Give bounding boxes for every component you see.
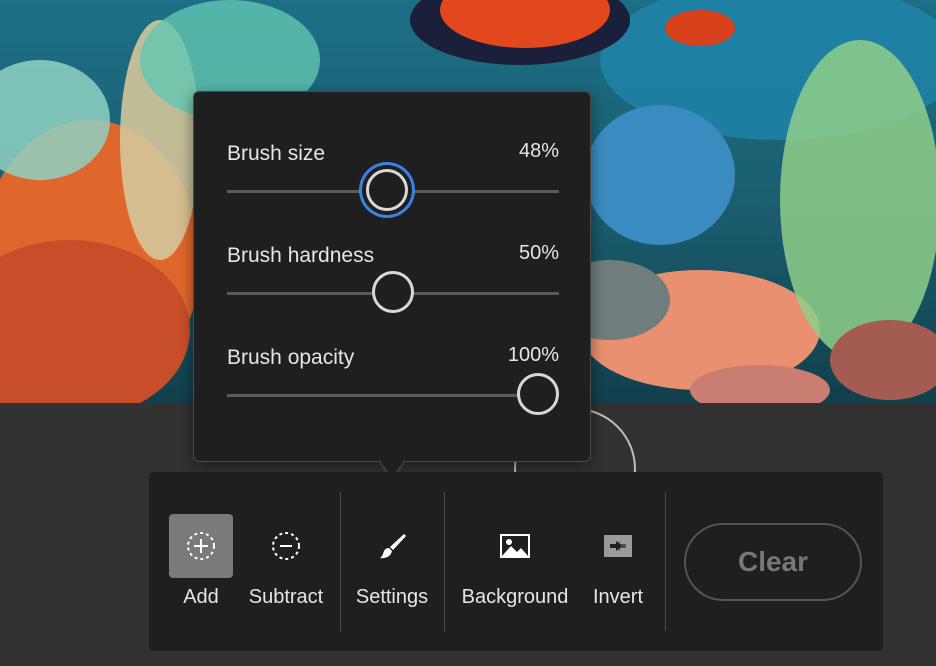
brush-size-thumb[interactable]	[366, 169, 409, 211]
brush-hardness-label: Brush hardness	[227, 244, 375, 267]
invert-icon	[604, 535, 632, 557]
invert-tool-label: Invert	[592, 586, 644, 608]
brush-size-slider-row: Brush size 48%	[227, 140, 559, 232]
brush-hardness-value: 50%	[518, 242, 559, 264]
brush-icon	[380, 534, 406, 559]
brush-size-value: 48%	[518, 140, 559, 162]
invert-tool-button[interactable]: Invert	[583, 514, 653, 634]
brush-opacity-slider-row: Brush opacity 100%	[227, 344, 559, 436]
brush-opacity-label: Brush opacity	[227, 346, 355, 369]
background-tool-button[interactable]: Background	[460, 514, 570, 634]
subtract-tool-button[interactable]: Subtract	[248, 514, 324, 634]
brush-hardness-slider-row: Brush hardness 50%	[227, 242, 559, 334]
selection-toolbar: Add Subtract Settings Background Invert …	[149, 472, 883, 651]
background-tool-label: Background	[461, 586, 569, 608]
brush-hardness-thumb[interactable]	[372, 271, 414, 313]
brush-size-label: Brush size	[227, 142, 326, 165]
clear-button[interactable]: Clear	[684, 523, 862, 601]
settings-tool-label: Settings	[355, 586, 429, 608]
add-selection-icon	[187, 532, 215, 560]
brush-opacity-thumb[interactable]	[517, 373, 559, 415]
settings-tool-button[interactable]: Settings	[355, 514, 429, 634]
add-tool-button[interactable]: Add	[169, 514, 233, 634]
toolbar-divider	[444, 492, 445, 631]
brush-opacity-track[interactable]	[227, 394, 559, 397]
add-tool-label: Add	[183, 586, 219, 608]
image-icon	[500, 534, 530, 558]
brush-opacity-value: 100%	[507, 344, 559, 366]
brush-settings-popover: Brush size 48% Brush hardness 50% Brush …	[193, 91, 591, 462]
subtract-tool-label: Subtract	[248, 586, 324, 608]
toolbar-divider	[665, 492, 666, 631]
toolbar-divider	[340, 492, 341, 631]
subtract-selection-icon	[272, 532, 300, 560]
